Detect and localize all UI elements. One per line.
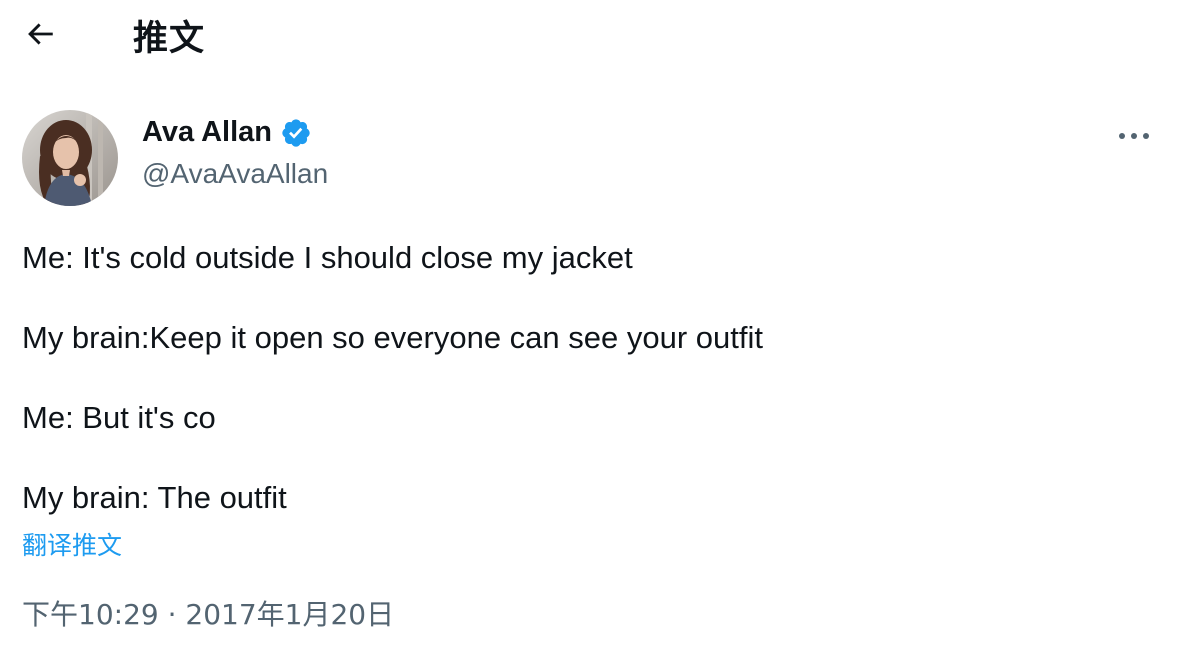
display-name[interactable]: Ava Allan	[142, 116, 272, 149]
page-title: 推文	[133, 19, 206, 59]
top-bar: 推文	[0, 0, 1180, 72]
more-options-button[interactable]	[1110, 120, 1158, 152]
user-handle[interactable]: @AvaAvaAllan	[142, 158, 328, 190]
back-button[interactable]	[20, 14, 60, 54]
verified-badge-icon[interactable]	[280, 117, 312, 149]
display-name-row: Ava Allan	[142, 116, 312, 149]
tweet-author: Ava Allan @AvaAvaAllan	[22, 110, 1122, 210]
arrow-left-icon	[28, 23, 53, 45]
tweet-timestamp[interactable]: 下午10:29 · 2017年1月20日	[22, 593, 394, 633]
tweet-text-line-2: My brain:Keep it open so everyone can se…	[22, 320, 763, 355]
more-horizontal-icon	[1119, 133, 1149, 139]
tweet-text-line-3: Me: But it's co	[22, 400, 216, 435]
tweet-text-line-4: My brain: The outfit	[22, 480, 287, 515]
avatar[interactable]	[22, 110, 118, 206]
translate-tweet-link[interactable]: 翻译推文	[22, 526, 122, 562]
tweet-text-line-1: Me: It's cold outside I should close my …	[22, 240, 633, 275]
